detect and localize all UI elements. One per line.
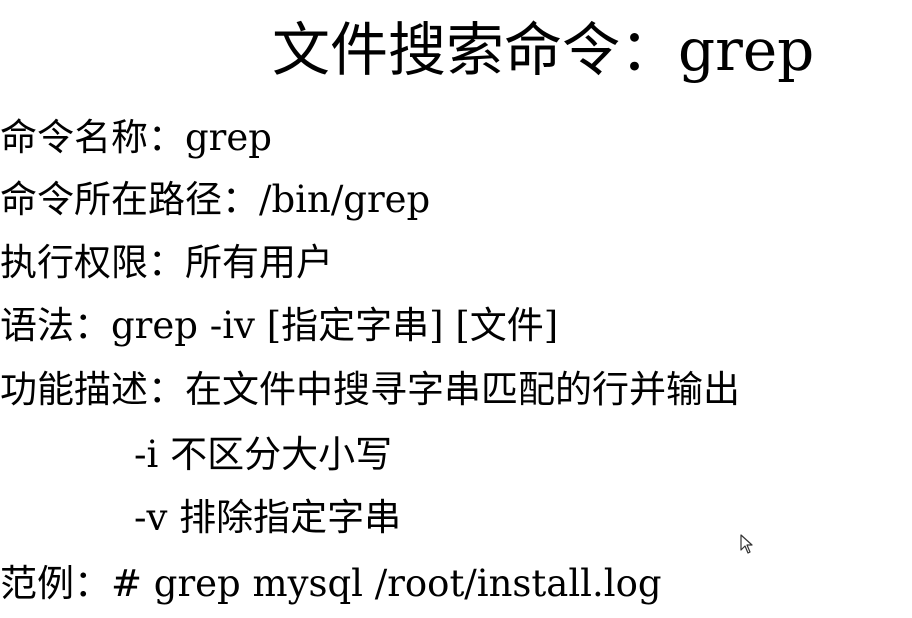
mouse-pointer-icon bbox=[740, 534, 753, 554]
option-v-line: -v 排除指定字串 bbox=[134, 496, 402, 539]
example-line: 范例：# grep mysql /root/install.log bbox=[0, 562, 662, 605]
permission-line: 执行权限：所有用户 bbox=[0, 241, 333, 284]
command-name-line: 命令名称：grep bbox=[0, 116, 272, 159]
slide: 文件搜索命令：grep 命令名称：grep 命令所在路径：/bin/grep 执… bbox=[0, 0, 912, 618]
slide-title: 文件搜索命令：grep bbox=[272, 16, 815, 84]
description-line: 功能描述：在文件中搜寻字串匹配的行并输出 bbox=[0, 368, 740, 411]
syntax-line: 语法：grep -iv [指定字串] [文件] bbox=[0, 304, 559, 347]
option-i-line: -i 不区分大小写 bbox=[134, 433, 393, 476]
command-path-line: 命令所在路径：/bin/grep bbox=[0, 178, 431, 221]
